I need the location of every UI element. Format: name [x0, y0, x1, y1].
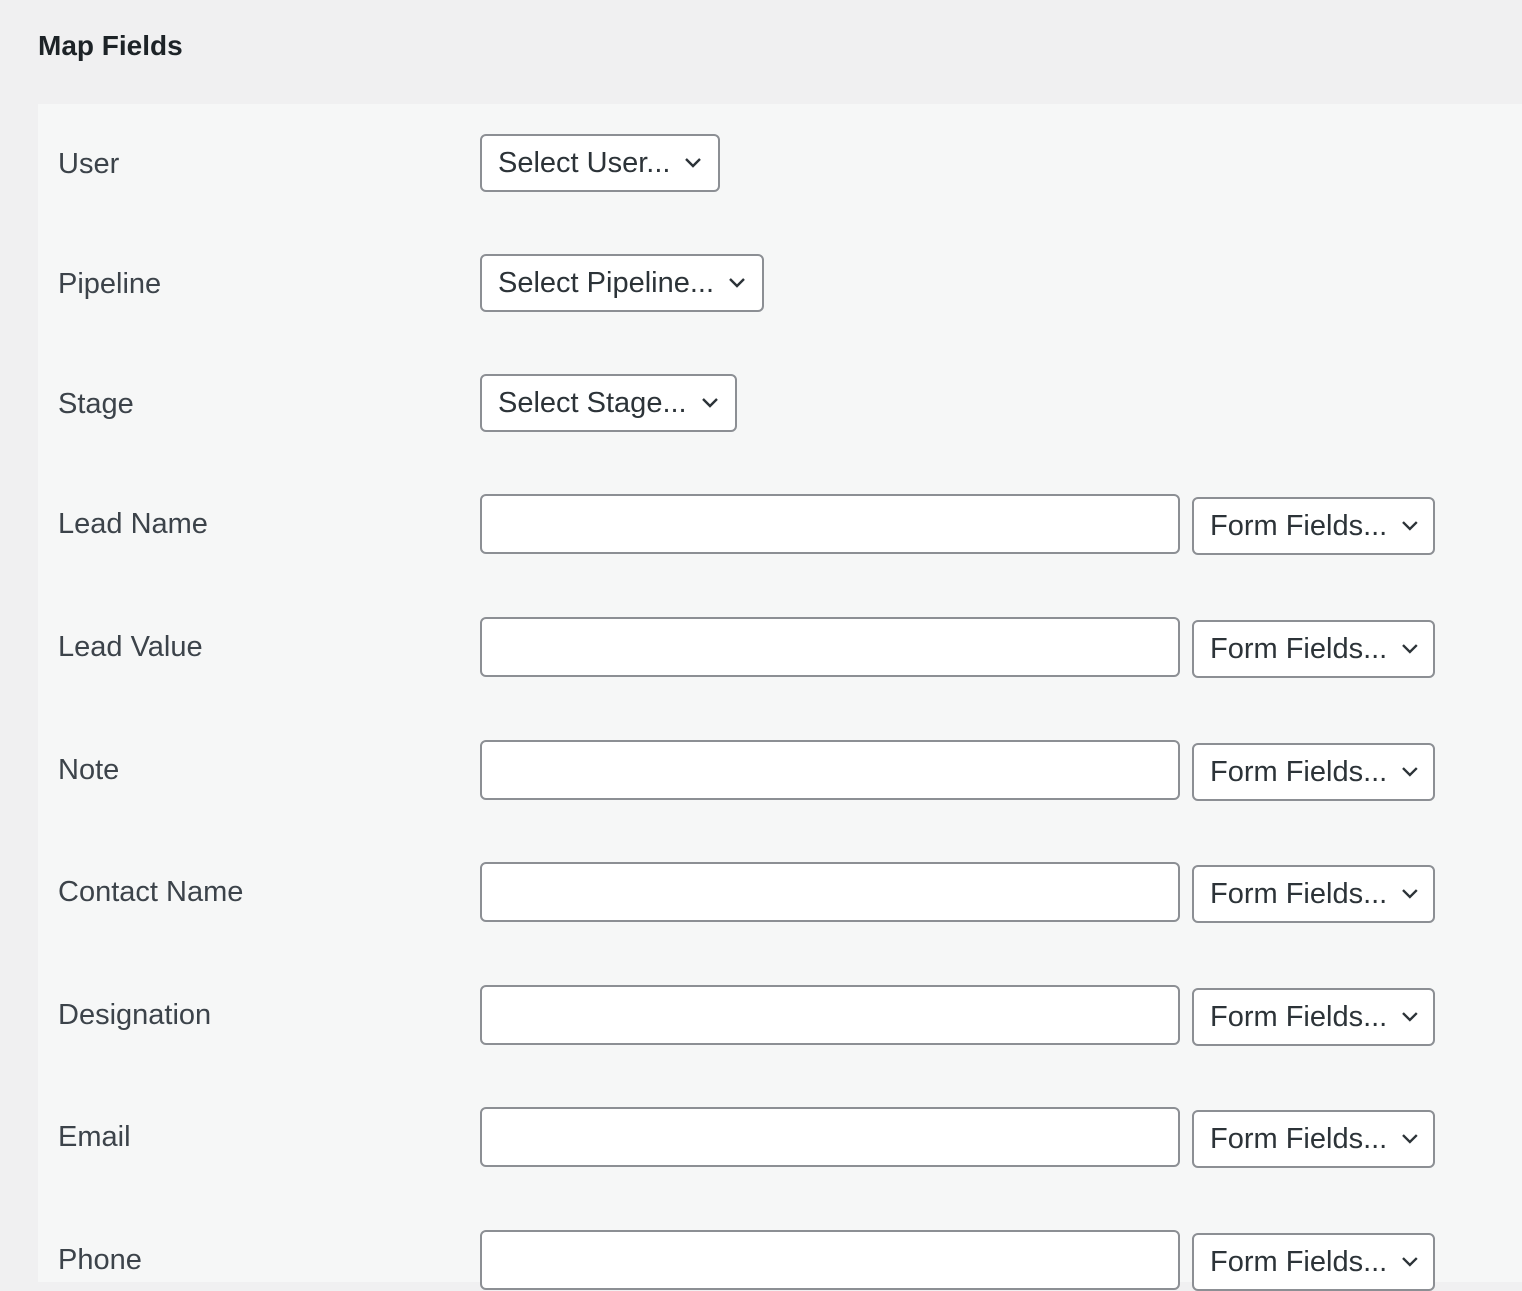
- row-user: User Select User...: [38, 134, 1522, 194]
- form-fields-select-value: Form Fields...: [1210, 509, 1388, 542]
- user-label: User: [58, 148, 120, 180]
- note-input[interactable]: [480, 740, 1180, 800]
- row-designation: Designation Form Fields...: [38, 985, 1522, 1046]
- row-lead-value: Lead Value Form Fields...: [38, 617, 1522, 678]
- note-form-fields-select[interactable]: Form Fields...: [1192, 743, 1435, 801]
- lead-name-label: Lead Name: [58, 508, 208, 540]
- contact-name-label: Contact Name: [58, 876, 244, 908]
- stage-label: Stage: [58, 388, 134, 420]
- page-title: Map Fields: [38, 30, 183, 61]
- chevron-down-icon: [1402, 889, 1418, 899]
- chevron-down-icon: [685, 158, 702, 168]
- phone-label: Phone: [58, 1244, 142, 1276]
- chevron-down-icon: [1402, 767, 1418, 777]
- lead-name-form-fields-select[interactable]: Form Fields...: [1192, 497, 1435, 555]
- chevron-down-icon: [1402, 1012, 1418, 1022]
- user-select[interactable]: Select User...: [480, 134, 721, 192]
- user-select-value: Select User...: [498, 146, 671, 179]
- pipeline-select[interactable]: Select Pipeline...: [480, 254, 765, 312]
- chevron-down-icon: [729, 278, 745, 288]
- form-fields-select-value: Form Fields...: [1210, 877, 1388, 910]
- stage-select[interactable]: Select Stage...: [480, 374, 737, 432]
- chevron-down-icon: [1402, 1257, 1418, 1267]
- row-contact-name: Contact Name Form Fields...: [38, 862, 1522, 923]
- lead-value-form-fields-select[interactable]: Form Fields...: [1192, 620, 1435, 678]
- stage-select-value: Select Stage...: [498, 386, 687, 419]
- map-fields-panel: User Select User... Pipeline Select Pipe…: [38, 104, 1522, 1291]
- phone-input[interactable]: [480, 1230, 1180, 1290]
- lead-value-input[interactable]: [480, 617, 1180, 677]
- row-stage: Stage Select Stage...: [38, 374, 1522, 434]
- form-fields-select-value: Form Fields...: [1210, 1122, 1388, 1155]
- pipeline-label: Pipeline: [58, 268, 162, 300]
- row-pipeline: Pipeline Select Pipeline...: [38, 254, 1522, 314]
- note-label: Note: [58, 754, 120, 786]
- chevron-down-icon: [1402, 1134, 1418, 1144]
- row-phone: Phone Form Fields...: [38, 1230, 1522, 1291]
- email-input[interactable]: [480, 1107, 1180, 1167]
- form-fields-select-value: Form Fields...: [1210, 1245, 1388, 1278]
- form-fields-select-value: Form Fields...: [1210, 1000, 1388, 1033]
- phone-form-fields-select[interactable]: Form Fields...: [1192, 1233, 1435, 1291]
- pipeline-select-value: Select Pipeline...: [498, 266, 715, 299]
- row-lead-name: Lead Name Form Fields...: [38, 494, 1522, 555]
- lead-value-label: Lead Value: [58, 631, 203, 663]
- chevron-down-icon: [1402, 644, 1418, 654]
- form-fields-select-value: Form Fields...: [1210, 755, 1388, 788]
- row-note: Note Form Fields...: [38, 740, 1522, 801]
- designation-form-fields-select[interactable]: Form Fields...: [1192, 988, 1435, 1046]
- lead-name-input[interactable]: [480, 494, 1180, 554]
- row-email: Email Form Fields...: [38, 1107, 1522, 1168]
- form-fields-select-value: Form Fields...: [1210, 632, 1388, 665]
- chevron-down-icon: [701, 398, 718, 408]
- email-label: Email: [58, 1121, 131, 1153]
- contact-name-form-fields-select[interactable]: Form Fields...: [1192, 865, 1435, 923]
- email-form-fields-select[interactable]: Form Fields...: [1192, 1110, 1435, 1168]
- designation-input[interactable]: [480, 985, 1180, 1045]
- designation-label: Designation: [58, 999, 212, 1031]
- contact-name-input[interactable]: [480, 862, 1180, 922]
- chevron-down-icon: [1402, 521, 1418, 531]
